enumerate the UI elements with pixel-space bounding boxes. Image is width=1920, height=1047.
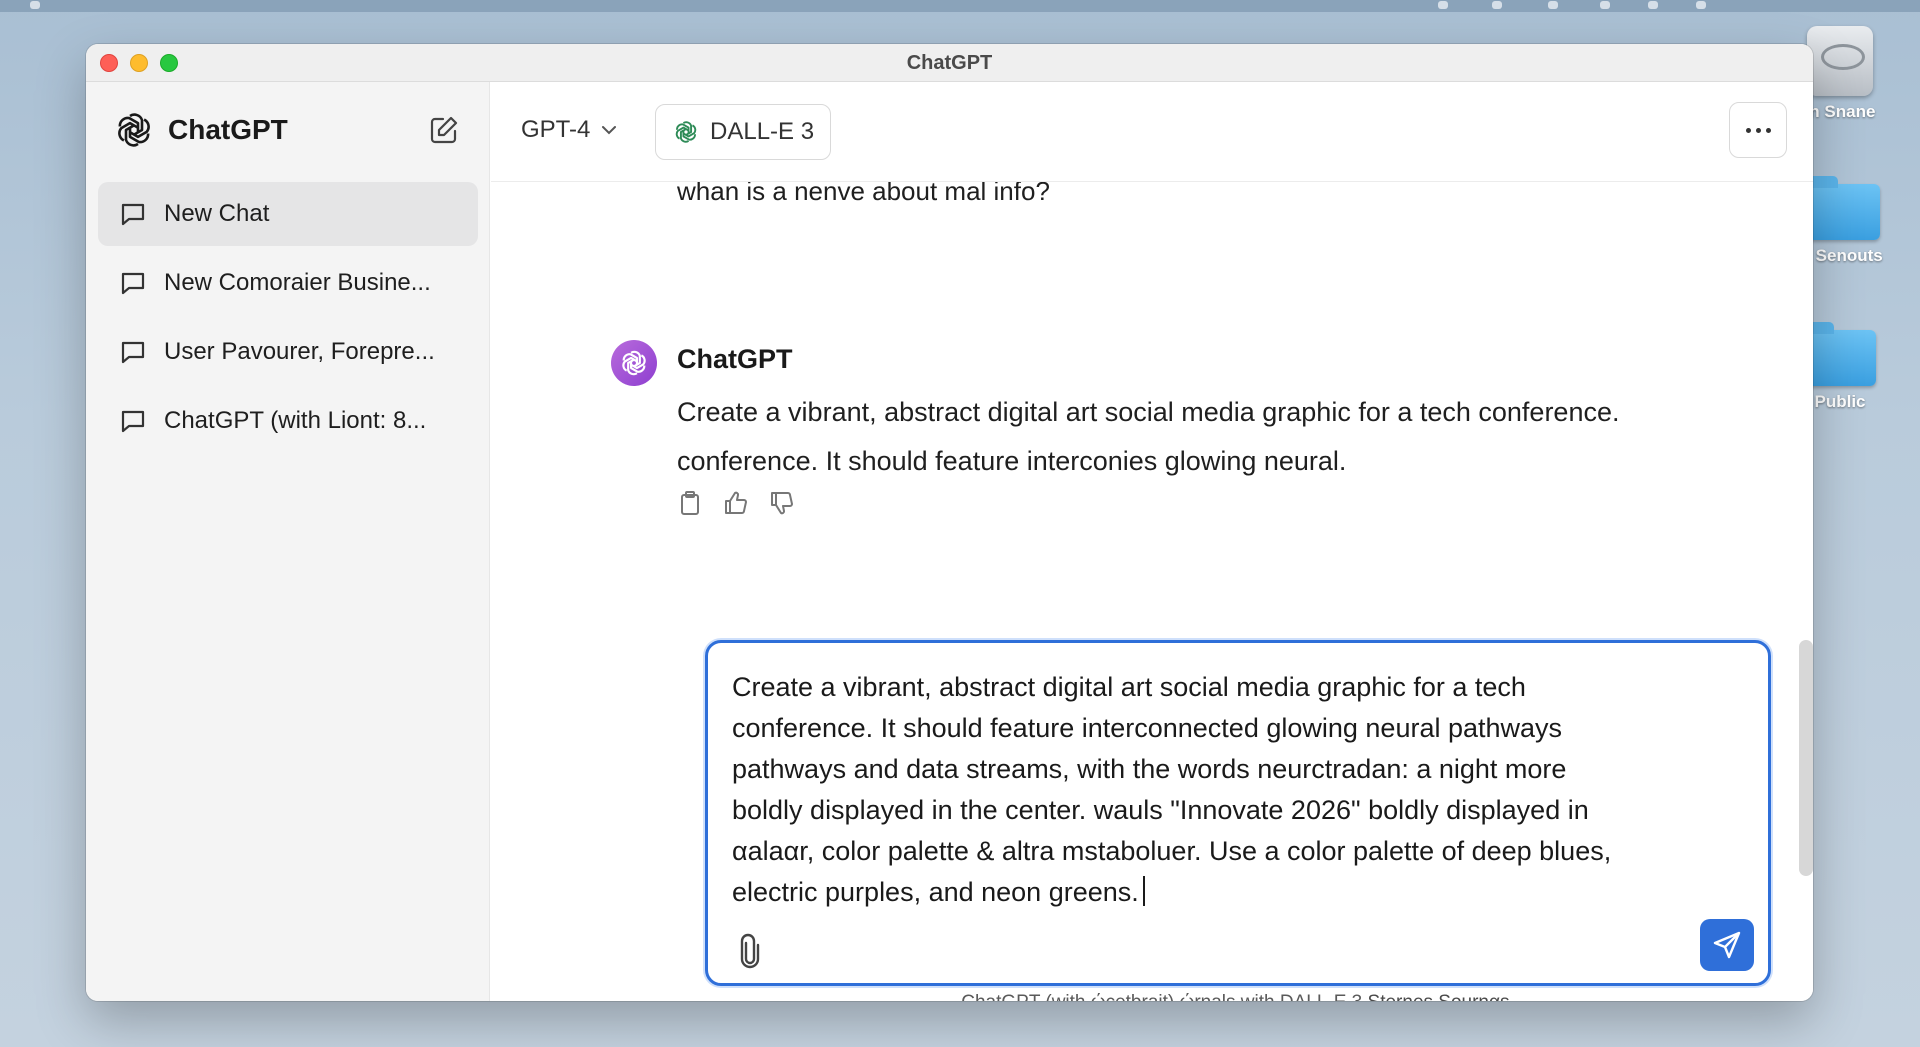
sidebar-item-chat[interactable]: ChatGPT (with Liont: 8... xyxy=(98,389,478,453)
message-composer[interactable]: Create a vibrant, abstract digital art s… xyxy=(705,640,1771,986)
menubar-status-icon[interactable] xyxy=(1438,1,1448,9)
footer-note-text: ChatGPT (with ώcetbrait) ώrnals with DAL… xyxy=(961,992,1362,1001)
folder-icon xyxy=(1804,322,1876,386)
edit-icon xyxy=(430,116,458,144)
footer-period: . xyxy=(1509,992,1514,1001)
attach-button[interactable] xyxy=(734,933,766,969)
brand-name: ChatGPT xyxy=(168,114,288,145)
copy-icon[interactable] xyxy=(677,490,703,516)
menubar-status-icon[interactable] xyxy=(1548,1,1558,9)
chat-bubble-icon xyxy=(121,272,145,295)
paperclip-icon xyxy=(740,933,760,969)
chat-bubble-icon xyxy=(121,410,145,433)
chat-topbar: GPT-4 DALL-E 3 xyxy=(491,82,1813,182)
assistant-message: Create a vibrant, abstract digital art s… xyxy=(677,397,1620,476)
assistant-avatar xyxy=(611,340,657,386)
send-button[interactable] xyxy=(1700,919,1754,971)
chevron-down-icon xyxy=(602,126,617,135)
menubar-status-icon[interactable] xyxy=(1600,1,1610,9)
menubar-status-icon[interactable] xyxy=(1696,1,1706,9)
assistant-name: ChatGPT xyxy=(677,344,793,374)
window-titlebar[interactable]: ChatGPT xyxy=(86,44,1813,82)
window-title: ChatGPT xyxy=(906,52,993,74)
message-actions xyxy=(677,490,795,516)
dalle-logo-icon xyxy=(675,121,697,143)
composer-value: Create a vibrant, abstract digital art s… xyxy=(732,672,1612,907)
composer-input[interactable]: Create a vibrant, abstract digital art s… xyxy=(732,667,1732,913)
chat-bubble-icon xyxy=(121,341,145,364)
model-selector[interactable]: GPT-4 xyxy=(521,116,618,144)
menubar-status-icon[interactable] xyxy=(1492,1,1502,9)
footer-disclaimer: ChatGPT (with ώcetbrait) ώrnals with DAL… xyxy=(705,992,1771,1001)
sidebar-item-label: ChatGPT (with Liont: 8... xyxy=(164,407,427,434)
brand: ChatGPT xyxy=(112,108,288,152)
hard-drive-icon xyxy=(1807,26,1873,96)
sidebar-item-chat[interactable]: New Comoraier Busine... xyxy=(98,251,478,315)
chat-bubble-icon xyxy=(121,203,145,226)
openai-logo-icon xyxy=(622,350,646,376)
sidebar-item-label: New Chat xyxy=(164,200,270,227)
dalle-plugin-chip[interactable]: DALL-E 3 xyxy=(655,104,832,160)
new-chat-edit-button[interactable] xyxy=(426,112,462,148)
apple-icon[interactable] xyxy=(30,1,40,9)
thumbs-down-icon[interactable] xyxy=(769,490,795,516)
more-options-button[interactable] xyxy=(1729,102,1787,158)
sidebar: ChatGPT New Chat New Comoraier Busine...… xyxy=(86,82,490,1001)
menubar-status-icon[interactable] xyxy=(1648,1,1658,9)
sidebar-item-label: User Pavourer, Forepre... xyxy=(164,338,435,365)
scrollbar-thumb[interactable] xyxy=(1799,640,1813,876)
sidebar-item-chat[interactable]: User Pavourer, Forepre... xyxy=(98,320,478,384)
folder-icon xyxy=(1808,176,1880,240)
send-icon xyxy=(1713,931,1741,959)
chat-history-list: New Chat New Comoraier Busine... User Pa… xyxy=(98,182,478,458)
macos-menu-bar xyxy=(0,0,1920,12)
text-caret xyxy=(1142,876,1145,906)
sidebar-item-new-chat[interactable]: New Chat xyxy=(98,182,478,246)
model-name: GPT-4 xyxy=(521,116,591,143)
openai-logo-icon xyxy=(112,108,156,152)
footer-link[interactable]: Sternes Sournαs xyxy=(1368,992,1510,1001)
thumbs-up-icon[interactable] xyxy=(723,490,749,516)
plugin-name: DALL-E 3 xyxy=(710,118,815,145)
chat-main: GPT-4 DALL-E 3 whan is a nenve about mal… xyxy=(491,82,1813,1001)
sidebar-item-label: New Comoraier Busine... xyxy=(164,269,431,296)
chatgpt-window: ChatGPT ChatGPT New Chat New Comoraier B… xyxy=(86,44,1813,1001)
ellipsis-icon xyxy=(1745,127,1751,133)
